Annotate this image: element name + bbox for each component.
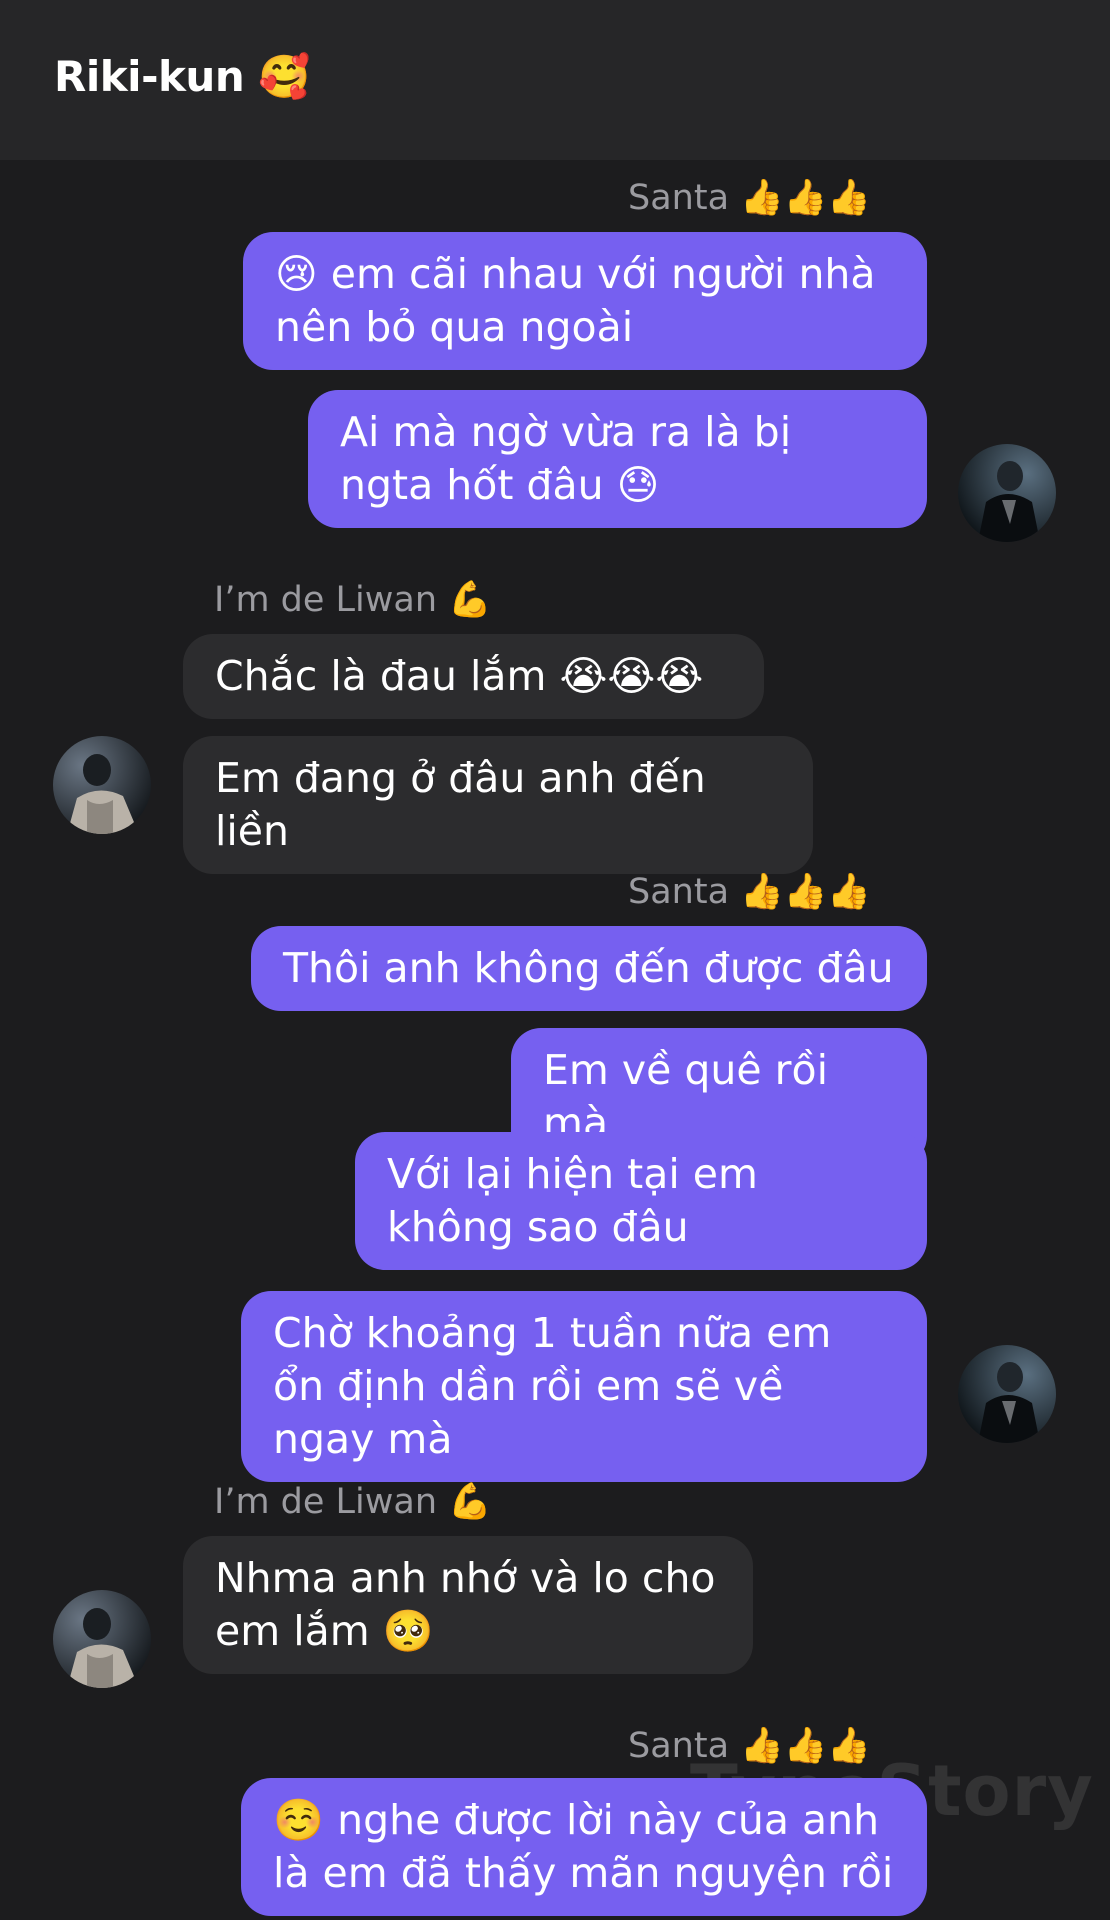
message-bubble-incoming[interactable]: Nhma anh nhớ và lo cho em lắm 🥺 xyxy=(183,1536,753,1674)
message-bubble-outgoing[interactable]: Với lại hiện tại em không sao đâu xyxy=(355,1132,927,1270)
avatar-santa[interactable] xyxy=(958,444,1056,542)
message-bubble-outgoing[interactable]: Chờ khoảng 1 tuần nữa em ổn định dần rồi… xyxy=(241,1291,927,1482)
message-text: Nhma anh nhớ và lo cho em lắm 🥺 xyxy=(215,1554,716,1655)
avatar-santa-image xyxy=(958,1345,1056,1443)
message-text: Chờ khoảng 1 tuần nữa em ổn định dần rồi… xyxy=(273,1309,832,1463)
avatar-liwan-image xyxy=(53,736,151,834)
sender-name-santa: Santa 👍👍👍 xyxy=(628,872,871,912)
message-text: 😢 em cãi nhau với người nhà nên bỏ qua n… xyxy=(275,250,876,351)
message-text: Thôi anh không đến được đâu xyxy=(283,944,894,992)
message-text: ☺️ nghe được lời này của anh là em đã th… xyxy=(273,1796,894,1897)
message-bubble-outgoing[interactable]: ☺️ nghe được lời này của anh là em đã th… xyxy=(241,1778,927,1916)
sender-name-santa: Santa 👍👍👍 xyxy=(628,178,871,218)
message-bubble-incoming[interactable]: Em đang ở đâu anh đến liền xyxy=(183,736,813,874)
sender-name-liwan: I’m de Liwan 💪 xyxy=(214,580,492,620)
avatar-liwan[interactable] xyxy=(53,736,151,834)
avatar-liwan[interactable] xyxy=(53,1590,151,1688)
message-text: Em đang ở đâu anh đến liền xyxy=(215,754,706,855)
message-bubble-incoming[interactable]: Chắc là đau lắm 😭😭😭 xyxy=(183,634,764,719)
chat-header: Riki-kun 🥰 xyxy=(0,0,1110,160)
sender-name-liwan: I’m de Liwan 💪 xyxy=(214,1482,492,1522)
message-text: Chắc là đau lắm 😭😭😭 xyxy=(215,652,704,700)
message-text: Với lại hiện tại em không sao đâu xyxy=(387,1150,758,1251)
avatar-santa-image xyxy=(958,444,1056,542)
avatar-santa[interactable] xyxy=(958,1345,1056,1443)
message-bubble-outgoing[interactable]: Ai mà ngờ vừa ra là bị ngta hốt đâu 😓 xyxy=(308,390,927,528)
message-text: Ai mà ngờ vừa ra là bị ngta hốt đâu 😓 xyxy=(340,408,792,509)
message-bubble-outgoing[interactable]: Thôi anh không đến được đâu xyxy=(251,926,927,1011)
avatar-liwan-image xyxy=(53,1590,151,1688)
message-bubble-outgoing[interactable]: 😢 em cãi nhau với người nhà nên bỏ qua n… xyxy=(243,232,927,370)
chat-title[interactable]: Riki-kun 🥰 xyxy=(54,52,311,102)
